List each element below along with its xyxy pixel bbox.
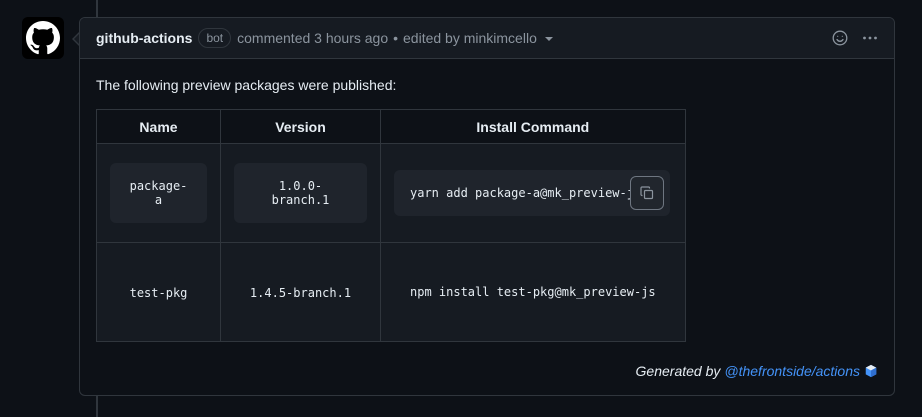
smiley-icon[interactable] xyxy=(832,30,848,46)
cell-command: yarn add package-a@mk_preview-js xyxy=(380,143,686,243)
copy-icon xyxy=(640,186,654,200)
package-version-code[interactable]: 1.4.5-branch.1 xyxy=(250,286,351,300)
install-command-text: yarn add package-a@mk_preview-js xyxy=(410,186,642,200)
comment-body: The following preview packages were publ… xyxy=(80,59,894,342)
edited-by-dropdown[interactable]: edited by minkimcello xyxy=(403,30,553,46)
commented-timestamp[interactable]: commented 3 hours ago xyxy=(237,30,388,46)
header-name: Name xyxy=(96,109,221,144)
table-row: package-a 1.0.0-branch.1 yarn add packag… xyxy=(96,143,686,243)
install-command-code[interactable]: yarn add package-a@mk_preview-js xyxy=(394,170,670,216)
copy-button[interactable] xyxy=(630,176,664,210)
comment-header: github-actions bot commented 3 hours ago… xyxy=(80,18,894,59)
cell-command: npm install test-pkg@mk_preview-js xyxy=(380,242,686,342)
table-header-row: Name Version Install Command xyxy=(96,109,686,144)
header-actions xyxy=(832,18,878,58)
kebab-horizontal-icon[interactable] xyxy=(862,30,878,46)
header-install-command: Install Command xyxy=(380,109,686,144)
table-row: test-pkg 1.4.5-branch.1 npm install test… xyxy=(96,242,686,342)
cell-version: 1.4.5-branch.1 xyxy=(220,242,381,342)
footer-attribution: Generated by @thefrontside/actions xyxy=(636,363,878,379)
github-octocat-icon xyxy=(26,21,60,55)
package-name-code[interactable]: package-a xyxy=(110,163,207,223)
header-version: Version xyxy=(220,109,381,144)
package-version-code[interactable]: 1.0.0-branch.1 xyxy=(234,163,367,223)
comment-box: github-actions bot commented 3 hours ago… xyxy=(79,17,895,396)
install-command-code[interactable]: npm install test-pkg@mk_preview-js xyxy=(394,285,672,299)
footer-prefix: Generated by xyxy=(635,363,721,379)
package-name-code[interactable]: test-pkg xyxy=(130,286,188,300)
separator-dot: • xyxy=(393,30,399,46)
cube-icon xyxy=(865,364,877,378)
cell-name: test-pkg xyxy=(96,242,221,342)
edited-by-text: edited by minkimcello xyxy=(403,30,537,46)
chevron-down-icon xyxy=(544,37,553,41)
footer-link[interactable]: @thefrontside/actions xyxy=(724,363,860,379)
author-link[interactable]: github-actions xyxy=(96,30,192,46)
packages-table: Name Version Install Command package-a 1… xyxy=(96,109,686,342)
avatar[interactable] xyxy=(22,17,64,59)
cell-version: 1.0.0-branch.1 xyxy=(220,143,381,243)
intro-text: The following preview packages were publ… xyxy=(96,77,397,93)
bot-badge: bot xyxy=(198,28,232,48)
cell-name: package-a xyxy=(96,143,221,243)
